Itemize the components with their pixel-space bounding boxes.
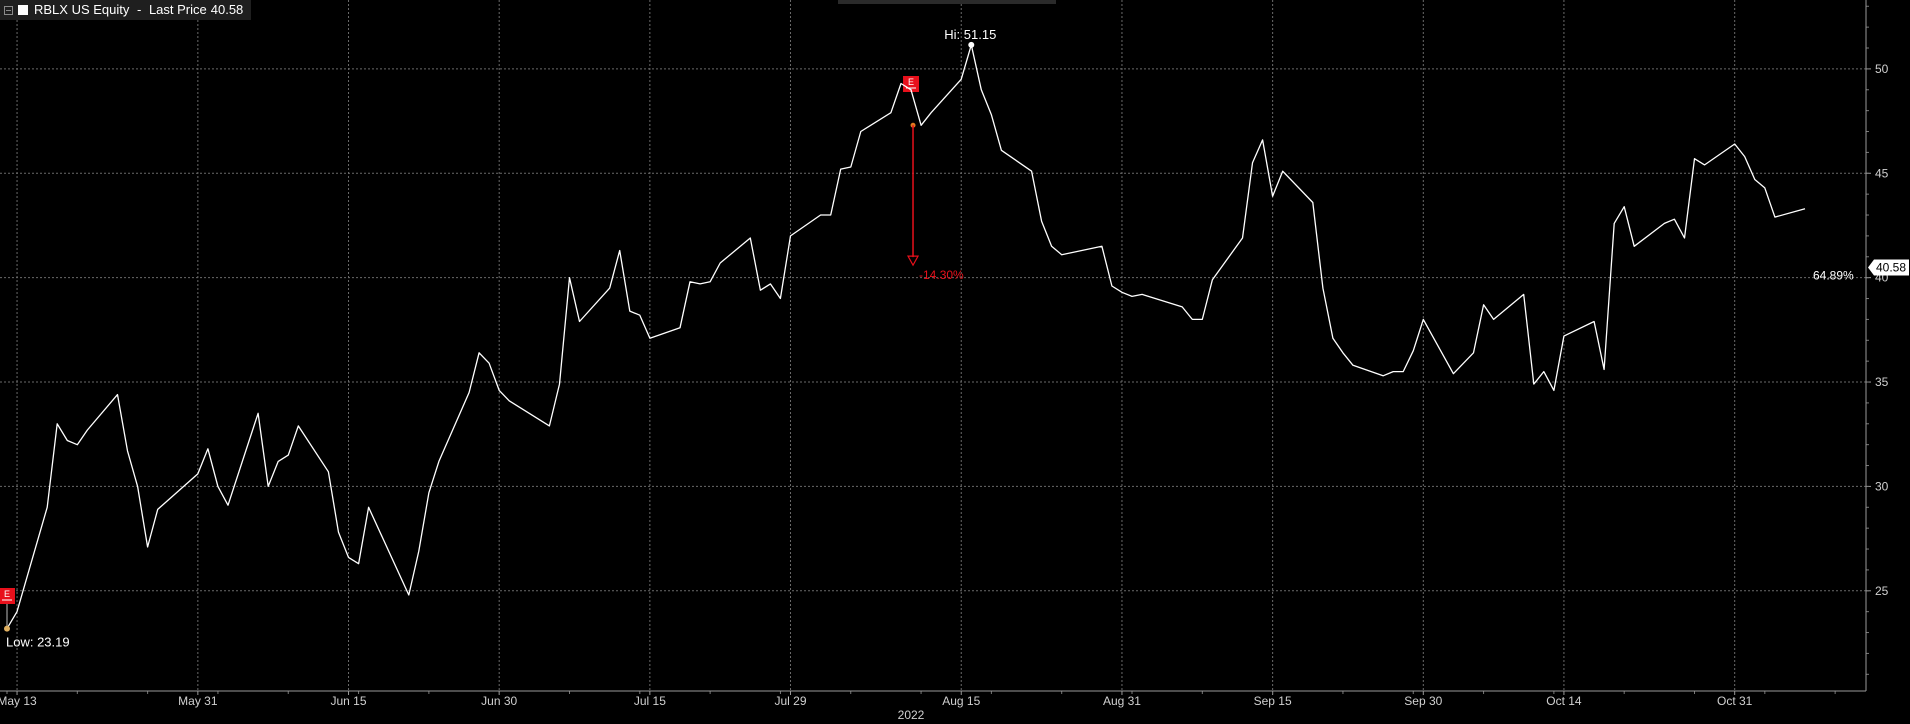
y-tick-label: 30 xyxy=(1875,479,1889,493)
x-tick-label: Sep 15 xyxy=(1254,694,1292,708)
x-tick-label: Aug 15 xyxy=(942,694,980,708)
chart-plot: May 13 May 31 Jun 15 Jun 30 Jul 15 Jul 29 Aug … xyxy=(0,0,1909,722)
legend-series-name: RBLX US Equity xyxy=(34,2,130,17)
earnings-marker-label: E xyxy=(908,77,914,87)
x-tick-label: Jun 30 xyxy=(481,694,517,708)
collapse-toggle-icon[interactable] xyxy=(4,5,13,15)
earnings-marker: E xyxy=(0,588,15,627)
y-tick-label: 50 xyxy=(1875,62,1889,76)
price-line xyxy=(6,44,1806,629)
y-tick-label: 45 xyxy=(1875,166,1889,180)
low-label: Low: 23.19 xyxy=(6,635,70,650)
last-value-tag: 40.58 xyxy=(1868,259,1909,276)
x-tick-label: Jul 15 xyxy=(634,694,666,708)
high-label: Hi: 51.15 xyxy=(944,27,996,42)
pct-change-label: 64.89% xyxy=(1813,269,1854,283)
x-tick-label: Oct 14 xyxy=(1546,694,1582,708)
x-year-label: 2022 xyxy=(898,708,925,719)
earnings-move-label: -14.30% xyxy=(919,268,964,282)
event-layer: E E -14.30% xyxy=(0,76,964,627)
high-marker-dot xyxy=(968,41,975,48)
x-tick-label: May 31 xyxy=(178,694,218,708)
earnings-marker-label: E xyxy=(4,589,10,599)
legend-field: Last Price xyxy=(148,2,207,17)
y-tick-label: 25 xyxy=(1875,584,1889,598)
label-layer: Hi: 51.15 Low: 23.19 64.89% 40.58 xyxy=(4,27,1909,650)
x-tick-label: Oct 31 xyxy=(1717,694,1753,708)
price-chart[interactable]: May 13 May 31 Jun 15 Jun 30 Jul 15 Jul 29 Aug … xyxy=(0,0,1910,722)
line-layer xyxy=(6,44,1806,629)
series-color-swatch xyxy=(18,5,28,15)
legend-separator: - xyxy=(133,2,145,17)
last-value-tag-text: 40.58 xyxy=(1876,261,1906,275)
earnings-move-arrowhead xyxy=(907,255,920,267)
low-marker-dot xyxy=(4,625,10,632)
x-tick-label: Sep 30 xyxy=(1404,694,1442,708)
grid-layer xyxy=(0,0,1866,691)
x-tick-label: Jun 15 xyxy=(331,694,367,708)
legend[interactable]: RBLX US Equity - Last Price 40.58 xyxy=(0,0,252,20)
x-tick-label: Aug 31 xyxy=(1103,694,1141,708)
x-tick-label: May 13 xyxy=(0,694,37,708)
toolbar-strip[interactable] xyxy=(838,0,1056,4)
y-tick-label: 35 xyxy=(1875,375,1889,389)
x-tick-label: Jul 29 xyxy=(774,694,806,708)
legend-value: 40.58 xyxy=(210,2,244,17)
